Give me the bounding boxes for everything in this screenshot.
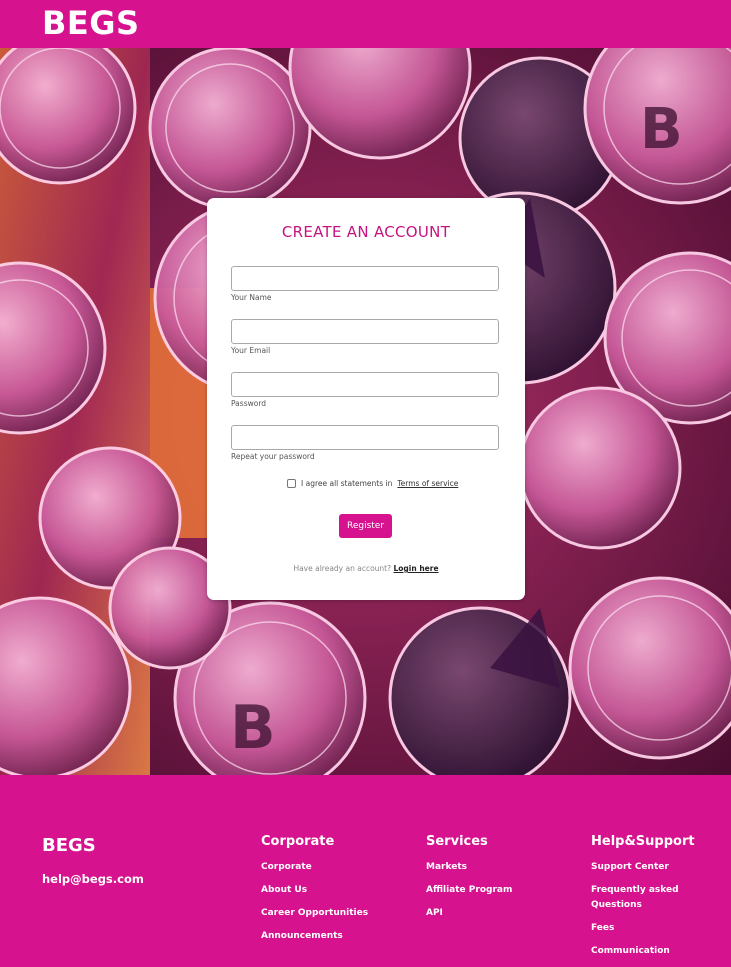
password-input[interactable] — [231, 372, 499, 397]
footer-link[interactable]: Announcements — [261, 929, 401, 944]
site-footer: BEGS help@begs.com Corporate Corporate A… — [0, 775, 731, 956]
terms-agreement: I agree all statements in Terms of servi… — [287, 479, 458, 488]
footer-brand: BEGS — [42, 835, 96, 856]
footer-link[interactable]: Markets — [426, 860, 566, 875]
password-label: Password — [231, 399, 267, 408]
email-input[interactable] — [231, 319, 499, 344]
agree-text: I agree all statements in — [301, 479, 393, 488]
footer-column-title: Help&Support — [591, 834, 695, 849]
footer-link[interactable]: Support Center — [591, 860, 721, 875]
login-here-link[interactable]: Login here — [394, 564, 439, 573]
register-card: CREATE AN ACCOUNT Your Name Your Email P… — [207, 198, 525, 600]
footer-column-services: Services Markets Affiliate Program API — [426, 834, 566, 929]
email-label: Your Email — [231, 346, 271, 355]
site-logo[interactable]: BEGS — [42, 4, 140, 42]
footer-link[interactable]: Fees — [591, 921, 721, 936]
footer-link[interactable]: API — [426, 906, 566, 921]
footer-column-title: Services — [426, 834, 488, 849]
footer-email-link[interactable]: help@begs.com — [42, 872, 144, 886]
repeat-password-label: Repeat your password — [231, 452, 315, 461]
login-prompt-text: Have already an account? — [293, 564, 392, 573]
login-prompt-line: Have already an account? Login here — [207, 564, 525, 573]
register-button[interactable]: Register — [339, 514, 392, 538]
footer-link[interactable]: About Us — [261, 883, 401, 898]
footer-link[interactable]: Frequently asked Questions — [591, 883, 721, 913]
name-input[interactable] — [231, 266, 499, 291]
agree-checkbox[interactable] — [287, 479, 296, 488]
form-title: CREATE AN ACCOUNT — [281, 223, 451, 241]
terms-of-service-link[interactable]: Terms of service — [397, 479, 458, 488]
name-label: Your Name — [231, 293, 272, 302]
svg-text:B: B — [640, 97, 683, 162]
footer-link[interactable]: Affiliate Program — [426, 883, 566, 898]
footer-column-help-support: Help&Support Support Center Frequently a… — [591, 834, 721, 967]
repeat-password-input[interactable] — [231, 425, 499, 450]
footer-link[interactable]: Corporate — [261, 860, 401, 875]
top-bar: BEGS — [0, 0, 731, 48]
footer-column-corporate: Corporate Corporate About Us Career Oppo… — [261, 834, 401, 952]
footer-column-title: Corporate — [261, 834, 335, 849]
svg-text:B: B — [230, 693, 276, 763]
footer-link[interactable]: Career Opportunities — [261, 906, 401, 921]
